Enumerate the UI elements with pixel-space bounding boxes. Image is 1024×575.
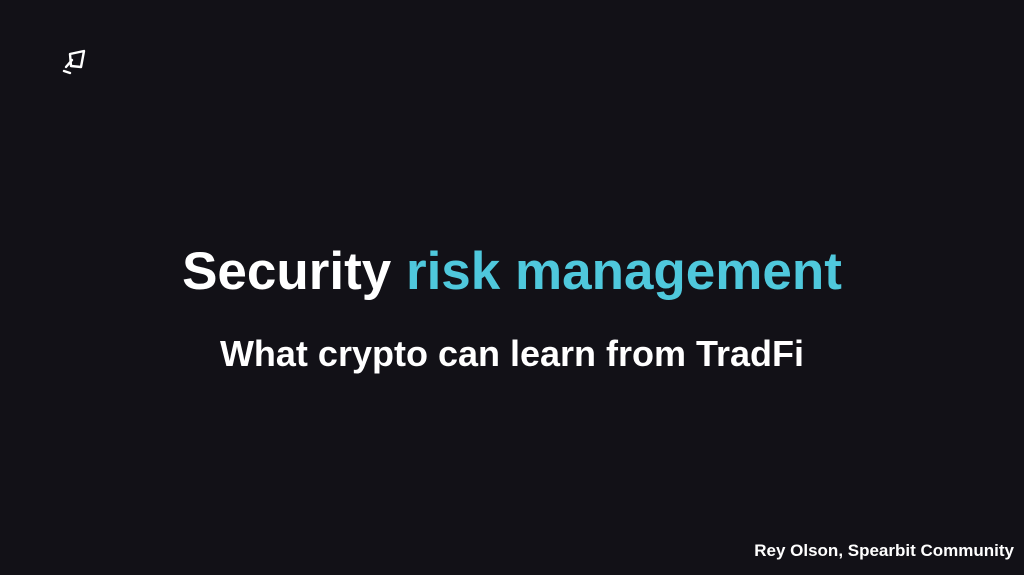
author-credit: Rey Olson, Spearbit Community	[754, 541, 1014, 560]
spearbit-logo-icon	[60, 48, 88, 78]
slide-subtitle: What crypto can learn from TradFi	[219, 333, 805, 374]
slide-title: Security risk management	[0, 240, 1024, 304]
title-main-text: Security	[182, 242, 392, 301]
slide: Security risk management What crypto can…	[0, 0, 1024, 575]
title-accent-text: risk management	[405, 242, 842, 301]
